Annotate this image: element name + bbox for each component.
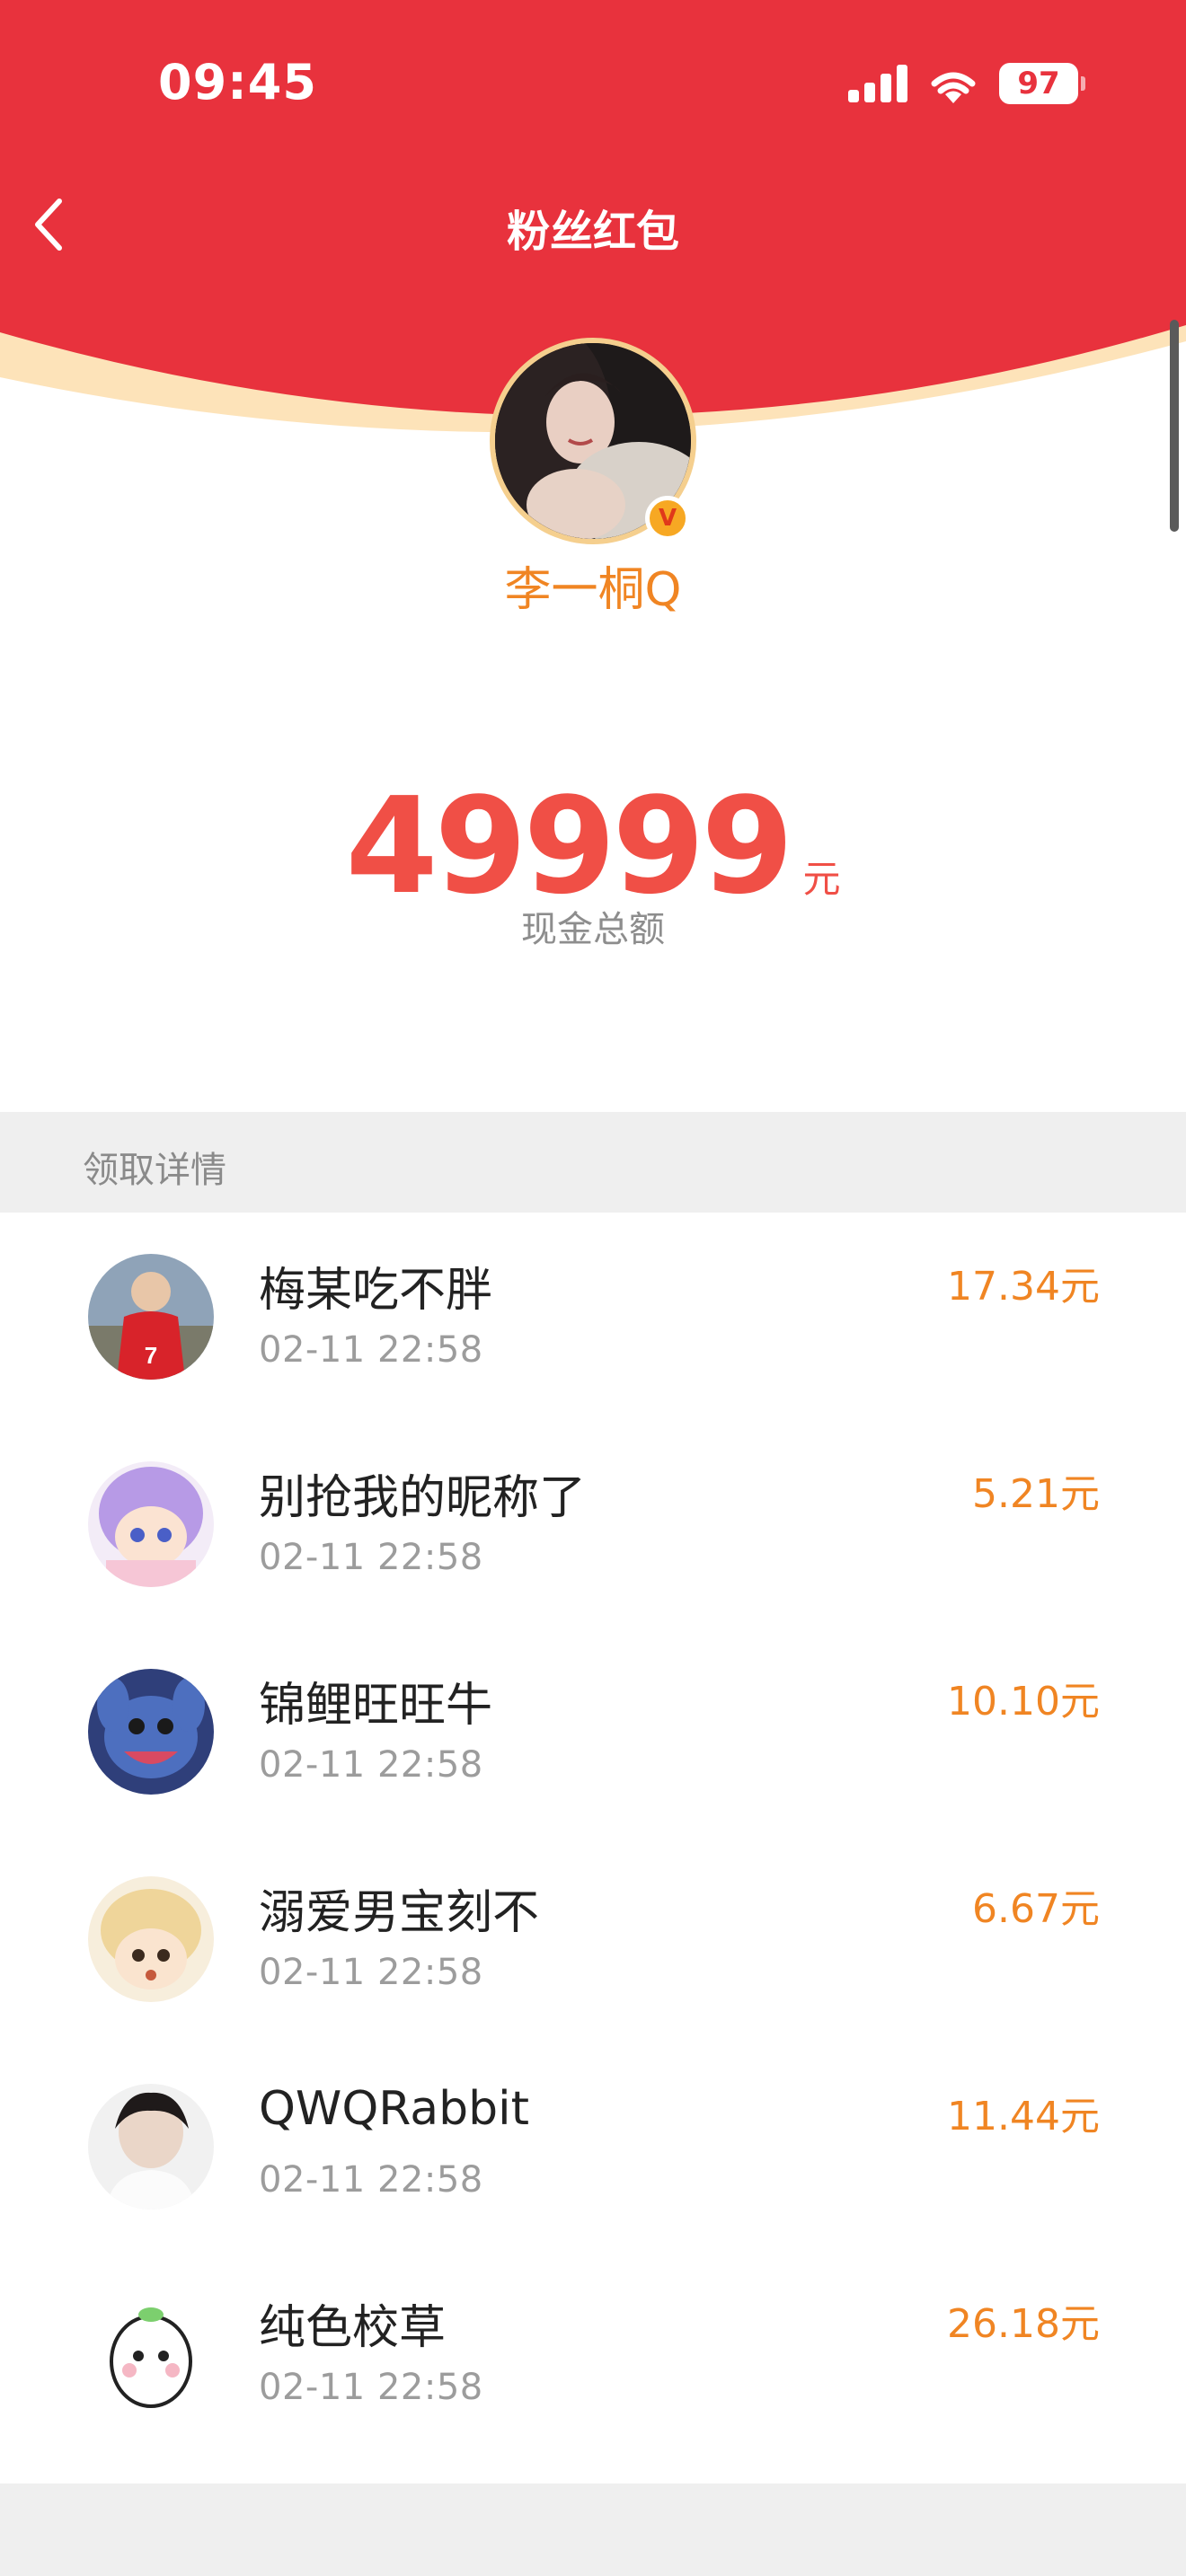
claimer-name: 梅某吃不胖 — [259, 1264, 493, 1318]
list-item[interactable]: 锦鲤旺旺牛 02-11 22:58 10.10元 — [0, 1628, 1186, 1835]
claimer-name: 锦鲤旺旺牛 — [259, 1679, 493, 1733]
claim-time: 02-11 22:58 — [259, 2367, 483, 2408]
scrollbar[interactable] — [1170, 320, 1179, 532]
avatar[interactable] — [88, 1669, 214, 1795]
bottom-gray-area — [0, 2483, 1186, 2576]
signal-icon — [848, 65, 907, 102]
list-item[interactable]: 7 梅某吃不胖 02-11 22:58 17.34元 — [0, 1213, 1186, 1420]
verified-badge-icon: V — [645, 496, 690, 541]
list-item[interactable]: QWQRabbit 02-11 22:58 11.44元 — [0, 2042, 1186, 2250]
claim-amount: 26.18元 — [947, 2301, 1100, 2347]
claim-time: 02-11 22:58 — [259, 1744, 483, 1786]
svg-text:7: 7 — [145, 1342, 157, 1369]
claim-amount: 17.34元 — [947, 1264, 1100, 1310]
host-name[interactable]: 李一桐Q — [0, 551, 1186, 619]
claim-list: 7 梅某吃不胖 02-11 22:58 17.34元 别抢我的昵称了 02-11… — [0, 1213, 1186, 2457]
avatar[interactable] — [88, 2291, 214, 2417]
claim-amount: 6.67元 — [972, 1886, 1100, 1932]
details-section-header: 领取详情 — [0, 1112, 1186, 1213]
wifi-icon — [931, 72, 976, 103]
details-section-title: 领取详情 — [83, 1150, 226, 1191]
claimer-name: QWQRabbit — [259, 2082, 529, 2136]
claim-time: 02-11 22:58 — [259, 1952, 483, 1993]
list-item[interactable]: 别抢我的昵称了 02-11 22:58 5.21元 — [0, 1420, 1186, 1628]
claim-time: 02-11 22:58 — [259, 1329, 483, 1371]
amount-unit: 元 — [802, 857, 841, 901]
avatar[interactable] — [88, 1461, 214, 1587]
status-time: 09:45 — [158, 54, 317, 110]
avatar[interactable] — [88, 1876, 214, 2002]
claim-amount: 5.21元 — [972, 1471, 1100, 1517]
status-icons: 97 — [848, 63, 1085, 104]
list-item[interactable]: 溺爱男宝刻不 02-11 22:58 6.67元 — [0, 1835, 1186, 2042]
amount-label: 现金总额 — [521, 909, 665, 950]
page-title: 粉丝红包 — [506, 207, 679, 257]
battery-icon: 97 — [999, 63, 1085, 104]
claimer-name: 溺爱男宝刻不 — [259, 1886, 540, 1940]
avatar[interactable] — [88, 2084, 214, 2210]
claim-time: 02-11 22:58 — [259, 2159, 483, 2201]
fan-red-packet-page: 09:45 97 粉丝红包 V 李一桐Q 49999 元 现金总额 领取详情 7… — [0, 0, 1186, 2576]
claim-amount: 10.10元 — [947, 1679, 1100, 1725]
claim-amount: 11.44元 — [947, 2094, 1100, 2139]
list-item[interactable]: 纯色校草 02-11 22:58 26.18元 — [0, 2250, 1186, 2457]
claim-time: 02-11 22:58 — [259, 1537, 483, 1578]
avatar[interactable]: 7 — [88, 1254, 214, 1380]
claimer-name: 纯色校草 — [259, 2301, 447, 2355]
claimer-name: 别抢我的昵称了 — [259, 1471, 587, 1525]
